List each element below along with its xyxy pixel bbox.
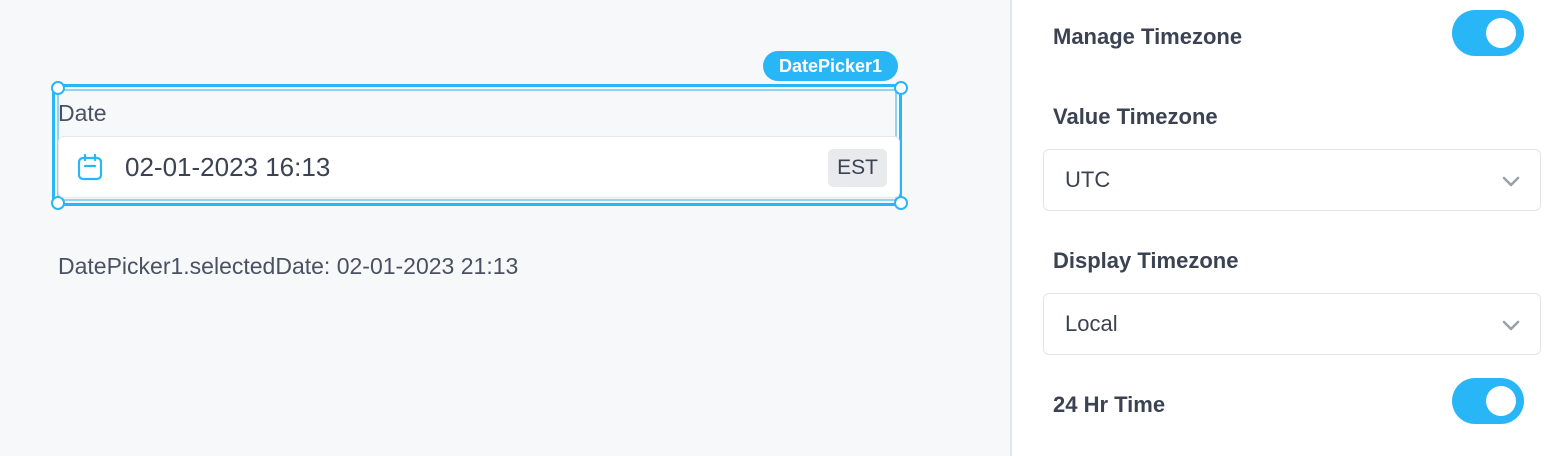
resize-handle-bottom-right[interactable] — [894, 196, 908, 210]
toggle-knob — [1486, 18, 1516, 48]
chevron-down-icon — [1502, 320, 1520, 331]
display-timezone-select[interactable]: Local — [1043, 293, 1541, 355]
component-name-tag[interactable]: DatePicker1 — [763, 51, 899, 81]
value-timezone-select[interactable]: UTC — [1043, 149, 1541, 211]
display-timezone-label: Display Timezone — [1053, 248, 1239, 273]
date-picker-label: Date — [58, 100, 107, 126]
date-picker-input[interactable]: 02-01-2023 16:13 EST — [58, 136, 900, 198]
manage-timezone-toggle[interactable] — [1452, 10, 1524, 56]
toggle-knob — [1486, 386, 1516, 416]
hour24-time-toggle[interactable] — [1452, 378, 1524, 424]
resize-handle-top-left[interactable] — [51, 81, 65, 95]
calendar-icon — [77, 153, 103, 181]
chevron-down-icon — [1502, 176, 1520, 187]
resize-handle-bottom-left[interactable] — [51, 196, 65, 210]
timezone-badge: EST — [828, 149, 887, 187]
editor-canvas: DatePicker1 Date 02-01-2023 16:13 EST Da… — [0, 0, 1010, 456]
manage-timezone-label: Manage Timezone — [1053, 24, 1243, 49]
properties-panel: Manage Timezone Value Timezone UTC Displ… — [1012, 0, 1564, 456]
resize-handle-top-right[interactable] — [894, 81, 908, 95]
value-timezone-selected: UTC — [1065, 167, 1111, 192]
display-timezone-selected: Local — [1065, 311, 1118, 336]
hour24-time-label: 24 Hr Time — [1053, 392, 1166, 417]
selected-date-text: DatePicker1.selectedDate: 02-01-2023 21:… — [58, 253, 519, 279]
date-value: 02-01-2023 16:13 — [125, 152, 331, 182]
value-timezone-label: Value Timezone — [1053, 104, 1218, 129]
